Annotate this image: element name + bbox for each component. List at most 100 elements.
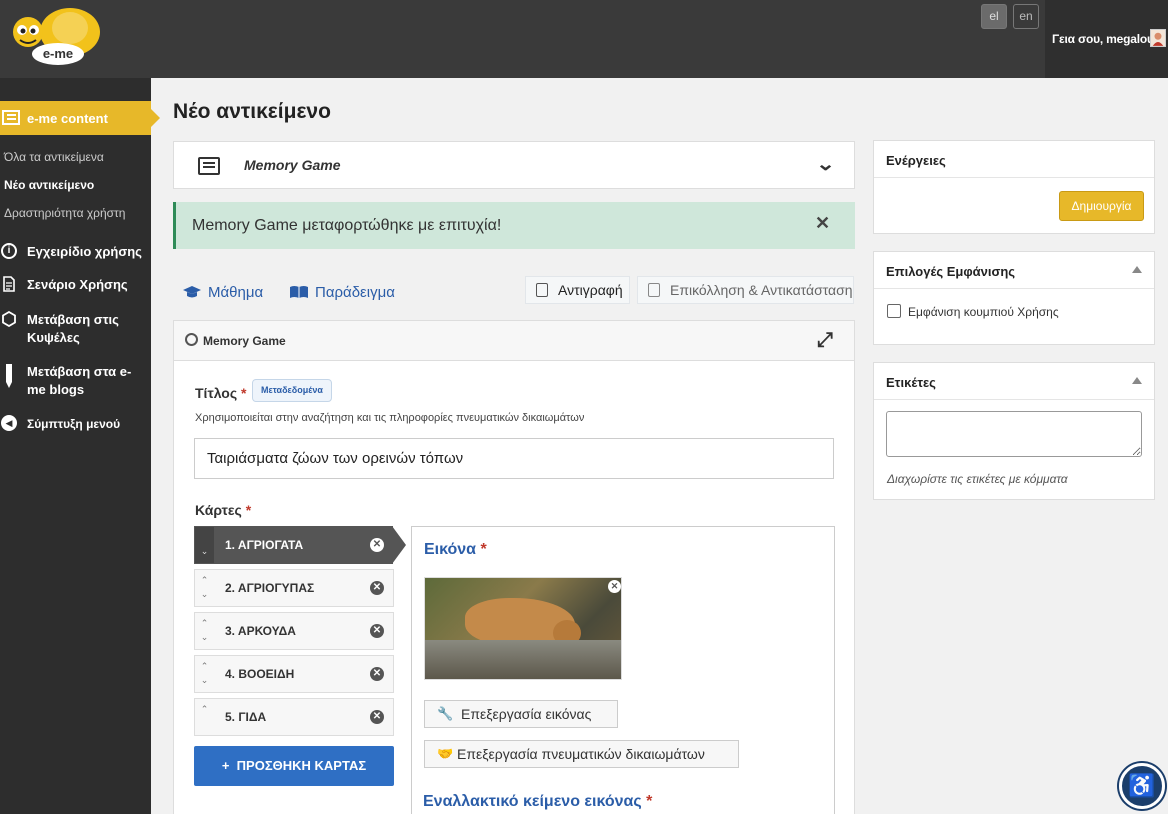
cards-label: Κάρτες *: [195, 502, 252, 518]
card-image[interactable]: ✕: [424, 577, 622, 680]
paste-label: Επικόλληση & Αντικατάσταση: [670, 282, 853, 298]
top-bar: e-me el en Γεια σου, megalou: [0, 0, 1168, 78]
remove-image-icon[interactable]: ✕: [608, 580, 621, 593]
rock-shape: [425, 640, 621, 679]
editor-header: Memory Game ⤢: [174, 321, 854, 361]
title-field-label: Τίτλος *: [195, 385, 247, 401]
card-item[interactable]: ⌄ 1. ΑΓΡΙΟΓΑΤΑ ✕: [194, 526, 406, 564]
tags-input[interactable]: [886, 411, 1142, 457]
tags-box: Ετικέτες Διαχωρίστε τις ετικέτες με κόμμ…: [873, 362, 1155, 500]
document-icon: [3, 276, 15, 292]
alt-text-label: Εναλλακτικό κείμενο εικόνας *: [423, 793, 653, 810]
info-icon: i: [1, 243, 17, 259]
tags-title: Ετικέτες: [886, 375, 936, 390]
card-image-panel: Εικόνα * ✕ 🔧 Επεξεργασία εικόνας 🤝 Επεξε…: [411, 526, 835, 814]
pencil-icon: [6, 364, 12, 388]
sidebar-item-hives[interactable]: Μετάβαση στις Κυψέλες: [27, 311, 145, 347]
sidebar-item-scenario[interactable]: Σενάριο Χρήσης: [27, 276, 128, 294]
add-card-button[interactable]: + ΠΡΟΣΘΗΚΗ ΚΑΡΤΑΣ: [194, 746, 394, 786]
sidebar: e-me content Όλα τα αντικείμενα Νέο αντι…: [0, 78, 160, 814]
create-button[interactable]: Δημιουργία: [1059, 191, 1144, 221]
card-name: 3. ΑΡΚΟΥΔΑ: [225, 624, 296, 638]
lang-el-button[interactable]: el: [981, 4, 1007, 29]
card-reorder-icon[interactable]: ⌃ ⌄: [195, 656, 214, 692]
user-greeting: Γεια σου, megalou: [1052, 32, 1155, 46]
copy-label: Αντιγραφή: [558, 282, 623, 298]
success-alert: Memory Game μεταφορτώθηκε με επιτυχία! ✕: [173, 202, 855, 249]
paste-icon: [648, 283, 660, 297]
memory-game-editor: Memory Game ⤢ Τίτλος * Μεταδεδομένα Χρησ…: [173, 320, 855, 814]
sidebar-item-blogs[interactable]: Μετάβαση στα e-me blogs: [27, 363, 145, 399]
sidebar-item-e-me-content[interactable]: e-me content: [0, 101, 160, 135]
page-title: Νέο αντικείμενο: [173, 100, 331, 123]
edit-image-label: Επεξεργασία εικόνας: [461, 706, 592, 722]
avatar[interactable]: [1150, 29, 1166, 47]
card-item[interactable]: ⌃ ⌄ 4. ΒΟΟΕΙΔΗ ✕: [194, 655, 394, 693]
show-use-button-label: Εμφάνιση κουμπιού Χρήσης: [908, 305, 1059, 319]
sidebar-sub-all-items[interactable]: Όλα τα αντικείμενα: [4, 150, 104, 164]
sidebar-item-collapse[interactable]: Σύμπτυξη μενού: [27, 415, 120, 433]
edit-copyright-button[interactable]: 🤝 Επεξεργασία πνευματικών δικαιωμάτων: [424, 740, 739, 768]
card-reorder-icon[interactable]: ⌃ ⌄: [195, 570, 214, 606]
content-icon: [2, 110, 20, 125]
copy-button[interactable]: Αντιγραφή: [525, 276, 630, 304]
collapse-up-icon[interactable]: [1132, 266, 1142, 273]
divider: [874, 288, 1154, 289]
expand-icon[interactable]: ⤢: [817, 329, 833, 352]
book-icon: [290, 286, 308, 298]
image-field-label: Εικόνα *: [424, 541, 487, 558]
card-item[interactable]: ⌃ 5. ΓΙΔΑ ✕: [194, 698, 394, 736]
logo-text: e-me: [43, 46, 73, 61]
graduation-cap-icon: [183, 286, 201, 298]
title-input[interactable]: Ταιριάσματα ζώων των ορεινών τόπων: [194, 438, 834, 479]
sidebar-sub-new-item[interactable]: Νέο αντικείμενο: [4, 178, 94, 192]
actions-title: Ενέργειες: [886, 153, 946, 168]
card-name: 4. ΒΟΟΕΙΔΗ: [225, 667, 295, 681]
sidebar-sub-user-activity[interactable]: Δραστηριότητα χρήστη: [4, 206, 125, 220]
display-options-title: Επιλογές Εμφάνισης: [886, 264, 1016, 279]
remove-icon[interactable]: ✕: [370, 667, 384, 681]
card-reorder-icon[interactable]: ⌃: [195, 699, 214, 735]
remove-icon[interactable]: ✕: [370, 624, 384, 638]
remove-icon[interactable]: ✕: [370, 581, 384, 595]
card-reorder-icon[interactable]: ⌃ ⌄: [195, 613, 214, 649]
title-field-help: Χρησιμοποιείται στην αναζήτηση και τις π…: [195, 412, 585, 424]
actions-box: Ενέργειες Δημιουργία: [873, 140, 1155, 234]
user-menu[interactable]: Γεια σου, megalou: [1045, 0, 1168, 78]
edit-image-button[interactable]: 🔧 Επεξεργασία εικόνας: [424, 700, 618, 728]
wrench-icon: 🔧: [437, 706, 454, 721]
card-name: 1. ΑΓΡΙΟΓΑΤΑ: [225, 538, 304, 552]
e-me-logo[interactable]: e-me: [8, 6, 100, 68]
plus-icon: +: [221, 758, 230, 773]
card-name: 2. ΑΓΡΙΟΓΥΠΑΣ: [225, 581, 315, 595]
memory-game-icon: [185, 333, 198, 346]
show-use-button-checkbox[interactable]: [887, 304, 901, 318]
card-name: 5. ΓΙΔΑ: [225, 710, 267, 724]
content-type-selector[interactable]: Memory Game ⌄: [173, 141, 855, 189]
edit-copyright-label: Επεξεργασία πνευματικών δικαιωμάτων: [457, 746, 705, 762]
remove-icon[interactable]: ✕: [370, 538, 384, 552]
card-item[interactable]: ⌃ ⌄ 2. ΑΓΡΙΟΓΥΠΑΣ ✕: [194, 569, 394, 607]
collapse-up-icon[interactable]: [1132, 377, 1142, 384]
close-icon[interactable]: ✕: [815, 213, 830, 234]
chevron-down-icon[interactable]: ⌄: [816, 154, 836, 175]
accessibility-icon[interactable]: ♿: [1119, 763, 1165, 809]
sidebar-item-manual[interactable]: Εγχειρίδιο χρήσης: [27, 243, 142, 261]
alert-text: Memory Game μεταφορτώθηκε με επιτυχία!: [192, 217, 502, 234]
divider: [874, 399, 1154, 400]
tab-example[interactable]: Παράδειγμα: [315, 284, 395, 301]
remove-icon[interactable]: ✕: [370, 710, 384, 724]
paste-replace-button[interactable]: Επικόλληση & Αντικατάσταση: [637, 276, 854, 304]
handshake-icon: 🤝: [437, 746, 454, 761]
content-type-name: Memory Game: [244, 157, 341, 173]
lang-en-button[interactable]: en: [1013, 4, 1039, 29]
hexagon-icon: [2, 311, 16, 327]
tab-lesson[interactable]: Μάθημα: [208, 284, 263, 301]
card-reorder-icon[interactable]: ⌄: [195, 527, 214, 563]
card-item[interactable]: ⌃ ⌄ 3. ΑΡΚΟΥΔΑ ✕: [194, 612, 394, 650]
collapse-icon: ◀: [1, 415, 17, 431]
list-icon: [198, 157, 220, 175]
display-options-box: Επιλογές Εμφάνισης Εμφάνιση κουμπιού Χρή…: [873, 251, 1155, 345]
editor-title: Memory Game: [203, 334, 286, 348]
metadata-button[interactable]: Μεταδεδομένα: [252, 379, 332, 402]
